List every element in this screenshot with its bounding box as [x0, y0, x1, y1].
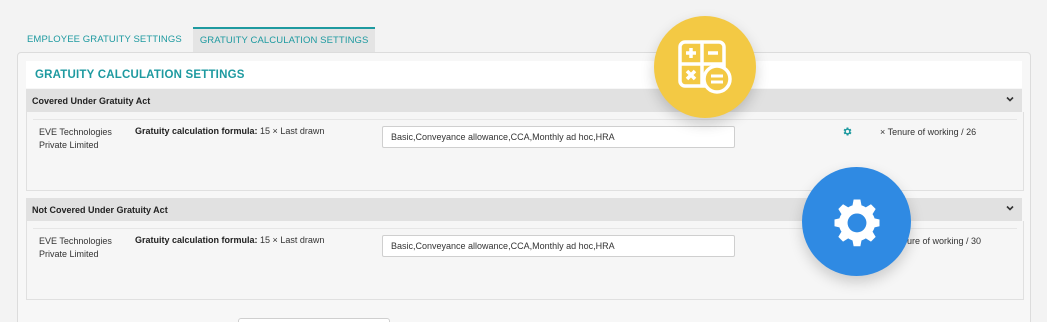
section-header-covered[interactable]: Covered Under Gratuity Act	[26, 89, 1022, 112]
formula-value: 15 × Last drawn	[260, 126, 325, 136]
salary-components-input[interactable]	[382, 126, 735, 148]
chevron-down-icon[interactable]	[1004, 93, 1016, 105]
chevron-down-icon[interactable]	[1004, 202, 1016, 214]
company-name-line1: EVE Technologies	[39, 127, 112, 137]
company-name: EVE Technologies Private Limited	[39, 126, 129, 152]
tab-bar: EMPLOYEE GRATUITY SETTINGS GRATUITY CALC…	[20, 27, 376, 53]
company-name: EVE Technologies Private Limited	[39, 235, 129, 261]
gear-icon	[834, 199, 879, 246]
salary-components-input[interactable]	[382, 235, 735, 257]
company-name-line1: EVE Technologies	[39, 236, 112, 246]
formula-text: Gratuity calculation formula: 15 × Last …	[135, 235, 324, 245]
page-title: GRATUITY CALCULATION SETTINGS	[35, 69, 245, 81]
company-name-line2: Private Limited	[39, 140, 99, 150]
gear-icon[interactable]	[842, 126, 853, 137]
title-bar: GRATUITY CALCULATION SETTINGS	[26, 61, 1022, 88]
section-title: Not Covered Under Gratuity Act	[32, 205, 168, 215]
bottom-control	[238, 318, 390, 322]
formula-text: Gratuity calculation formula: 15 × Last …	[135, 126, 324, 136]
tenure-text: × Tenure of working / 26	[880, 127, 977, 137]
tab-gratuity-calculation-settings[interactable]: GRATUITY CALCULATION SETTINGS	[192, 27, 376, 53]
section-title: Covered Under Gratuity Act	[32, 96, 151, 106]
calculator-icon	[678, 40, 732, 94]
tenure-text: ure of working / 30	[907, 236, 982, 246]
gratuity-settings-screen: EMPLOYEE GRATUITY SETTINGS GRATUITY CALC…	[0, 0, 1047, 322]
formula-label: Gratuity calculation formula:	[135, 235, 258, 245]
tab-employee-gratuity-settings[interactable]: EMPLOYEE GRATUITY SETTINGS	[20, 27, 189, 51]
row-divider	[33, 119, 1017, 120]
calculator-badge	[654, 16, 756, 118]
formula-value: 15 × Last drawn	[260, 235, 325, 245]
settings-badge	[802, 167, 911, 276]
formula-label: Gratuity calculation formula:	[135, 126, 258, 136]
company-name-line2: Private Limited	[39, 249, 99, 259]
